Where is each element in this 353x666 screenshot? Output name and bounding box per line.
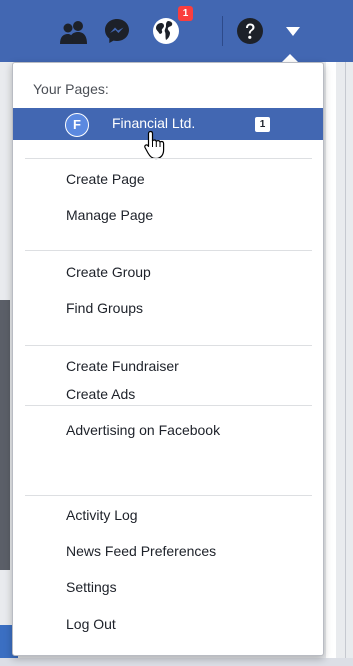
menu-divider [25, 405, 312, 406]
messenger-icon[interactable] [104, 18, 130, 44]
menu-divider [25, 345, 312, 346]
menu-item-manage-page[interactable]: Manage Page [66, 207, 153, 223]
account-dropdown-menu: Your Pages: F Financial Ltd. 1 Create Pa… [12, 62, 324, 656]
background-left-panel [0, 300, 10, 570]
your-pages-header: Your Pages: [33, 81, 109, 97]
menu-item-activity-log[interactable]: Activity Log [66, 507, 138, 523]
top-navigation-bar: 1 [0, 0, 353, 62]
menu-divider [25, 495, 312, 496]
background-right-divider [345, 62, 346, 666]
friends-icon[interactable] [59, 20, 89, 44]
caret-down-icon[interactable] [286, 27, 300, 36]
help-icon[interactable] [236, 17, 264, 45]
page-notification-count: 1 [255, 117, 270, 132]
hand-cursor-icon [144, 130, 165, 160]
page-name: Financial Ltd. [112, 115, 196, 131]
globe-icon[interactable] [151, 16, 181, 46]
menu-item-create-page[interactable]: Create Page [66, 171, 145, 187]
menu-item-advertising-on-facebook[interactable]: Advertising on Facebook [66, 422, 220, 438]
background-right-panel [326, 62, 336, 666]
menu-item-create-fundraiser[interactable]: Create Fundraiser [66, 358, 179, 374]
menu-item-create-group[interactable]: Create Group [66, 264, 151, 280]
menu-divider [25, 158, 312, 159]
menu-divider [25, 250, 312, 251]
notification-badge: 1 [178, 6, 193, 21]
menu-item-settings[interactable]: Settings [66, 579, 117, 595]
topbar-divider [222, 16, 223, 46]
background-bottom [0, 658, 353, 666]
page-avatar: F [65, 113, 89, 137]
menu-item-news-feed-preferences[interactable]: News Feed Preferences [66, 543, 216, 559]
menu-item-find-groups[interactable]: Find Groups [66, 300, 143, 316]
menu-item-create-ads[interactable]: Create Ads [66, 386, 135, 402]
page-item-financial-ltd[interactable]: F Financial Ltd. 1 [13, 108, 323, 140]
menu-item-log-out[interactable]: Log Out [66, 616, 116, 632]
